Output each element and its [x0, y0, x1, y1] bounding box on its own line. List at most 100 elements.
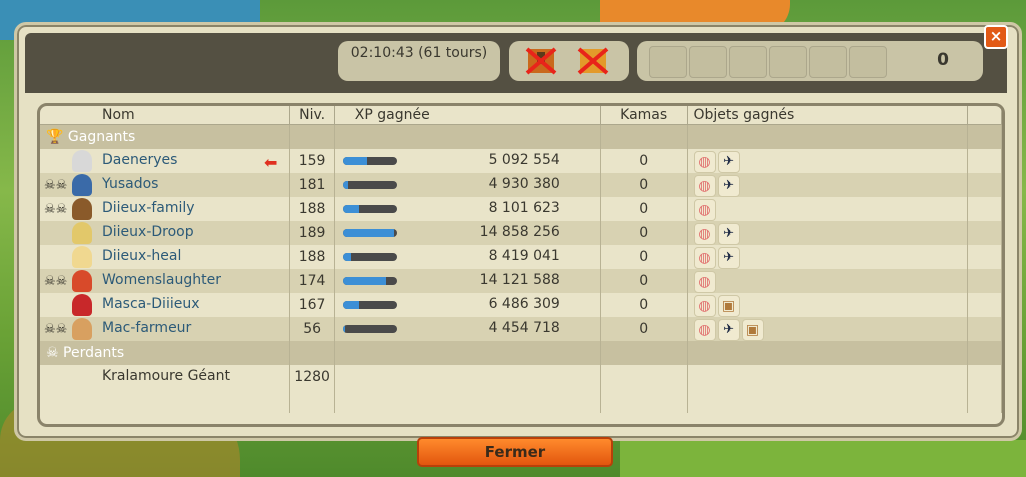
xp-progress-bar — [342, 301, 397, 309]
failed-challenge-icon[interactable] — [523, 46, 559, 76]
close-window-button[interactable]: × — [984, 25, 1008, 49]
table-row[interactable]: Kralamoure Géant 1280 — [40, 365, 1002, 389]
skull-icon: ☠☠ — [44, 274, 68, 289]
ring-item-icon[interactable]: ◍ — [693, 199, 716, 221]
column-header-kamas[interactable]: Kamas — [600, 106, 688, 125]
kamas-value: 0 — [600, 269, 688, 293]
avatar — [72, 318, 92, 340]
avatar — [72, 294, 92, 316]
kamas-value: 0 — [600, 173, 688, 197]
skull-icon: ☠☠ — [44, 322, 68, 337]
column-header-name[interactable]: Nom — [40, 106, 291, 125]
xp-progress-bar — [342, 253, 397, 261]
kamas-value: 0 — [600, 197, 688, 221]
monster-level: 1280 — [289, 365, 335, 389]
loot-slot[interactable] — [689, 46, 727, 78]
player-name[interactable]: Diieux-Droop — [102, 224, 194, 240]
column-header-extra — [967, 106, 1002, 125]
table-row[interactable]: Masca-Diiieux 167 6 486 309 0 ◍ ▣ — [40, 293, 1002, 317]
kamas-value: 0 — [600, 221, 688, 245]
player-name[interactable]: Diieux-family — [102, 200, 195, 216]
kamas-value: 0 — [600, 293, 688, 317]
trophy-icon: 🏆 — [46, 129, 64, 145]
xp-value: 6 486 309 — [488, 296, 560, 312]
loot-count: 0 — [937, 50, 949, 70]
objects-cell: ◍ ✈ — [688, 173, 967, 197]
group-winners-label: Gagnants — [67, 129, 136, 145]
table-row[interactable]: ☠☠ Mac-farmeur 56 4 454 718 0 ◍ ✈ ▣ — [40, 317, 1002, 341]
avatar — [72, 174, 92, 196]
player-level: 56 — [289, 317, 335, 341]
xp-value: 4 454 718 — [488, 320, 560, 336]
group-losers: ☠ Perdants — [40, 341, 1002, 365]
loot-slot[interactable] — [809, 46, 847, 78]
ring-item-icon[interactable]: ◍ — [693, 271, 716, 293]
objects-cell: ◍ ✈ ▣ — [688, 317, 967, 341]
player-level: 167 — [289, 293, 335, 317]
xp-progress-bar — [342, 325, 397, 333]
skull-icon: ☠☠ — [44, 202, 68, 217]
player-name[interactable]: Mac-farmeur — [102, 320, 191, 336]
column-header-level[interactable]: Niv. — [289, 106, 335, 125]
table-row[interactable]: ☠☠ Diieux-family 188 8 101 623 0 ◍ — [40, 197, 1002, 221]
player-level: 181 — [289, 173, 335, 197]
objects-cell: ◍ ✈ — [688, 149, 967, 173]
group-winners: 🏆 Gagnants — [40, 124, 1002, 149]
avatar — [72, 222, 92, 244]
table-row[interactable]: Daeneryes ⬅ 159 5 092 554 0 ◍ ✈ — [40, 149, 1002, 173]
player-name[interactable]: Daeneryes — [102, 152, 177, 168]
column-header-xp[interactable]: XP gagnée — [334, 106, 601, 125]
bag-item-icon[interactable]: ▣ — [717, 295, 740, 317]
loot-slot[interactable] — [849, 46, 887, 78]
failed-challenge-icon-2[interactable] — [575, 46, 611, 76]
player-name[interactable]: Yusados — [102, 176, 158, 192]
xp-value: 4 930 380 — [488, 176, 560, 192]
bird-item-icon[interactable]: ✈ — [717, 151, 740, 173]
bird-item-icon[interactable]: ✈ — [717, 247, 740, 269]
table-row[interactable]: ☠☠ Womenslaughter 174 14 121 588 0 ◍ — [40, 269, 1002, 293]
player-level: 174 — [289, 269, 335, 293]
column-header-objects[interactable]: Objets gagnés — [687, 106, 968, 125]
xp-progress-bar — [342, 181, 397, 189]
avatar — [72, 270, 92, 292]
avatar — [72, 198, 92, 220]
player-name[interactable]: Masca-Diiieux — [102, 296, 200, 312]
kamas-value: 0 — [600, 245, 688, 269]
monster-name: Kralamoure Géant — [102, 368, 230, 384]
ring-item-icon[interactable]: ◍ — [693, 247, 716, 269]
bird-item-icon[interactable]: ✈ — [717, 319, 740, 341]
ring-item-icon[interactable]: ◍ — [693, 295, 716, 317]
objects-cell: ◍ ✈ — [688, 221, 967, 245]
kamas-value: 0 — [600, 149, 688, 173]
objects-cell: ◍ — [688, 269, 967, 293]
player-name[interactable]: Diieux-heal — [102, 248, 181, 264]
bird-item-icon[interactable]: ✈ — [717, 223, 740, 245]
objects-cell: ◍ — [688, 197, 967, 221]
table-row[interactable]: ☠☠ Yusados 181 4 930 380 0 ◍ ✈ — [40, 173, 1002, 197]
ring-item-icon[interactable]: ◍ — [693, 223, 716, 245]
ring-item-icon[interactable]: ◍ — [693, 175, 716, 197]
bird-item-icon[interactable]: ✈ — [717, 175, 740, 197]
loot-slot[interactable] — [729, 46, 767, 78]
loot-slot[interactable] — [649, 46, 687, 78]
bag-item-icon[interactable]: ▣ — [741, 319, 764, 341]
avatar — [72, 150, 92, 172]
results-table: Nom Niv. XP gagnée Kamas Objets gagnés 🏆… — [37, 103, 1005, 427]
ring-item-icon[interactable]: ◍ — [693, 319, 716, 341]
fight-results-window: 02:10:43 (61 tours) 0 Nom Niv. XP gagnée… — [14, 22, 1022, 441]
table-row[interactable]: Diieux-Droop 189 14 858 256 0 ◍ ✈ — [40, 221, 1002, 245]
challenge-box — [509, 41, 629, 81]
table-row[interactable]: Diieux-heal 188 8 419 041 0 ◍ ✈ — [40, 245, 1002, 269]
background-grass — [620, 440, 1026, 477]
skull-icon: ☠☠ — [44, 178, 68, 193]
player-name[interactable]: Womenslaughter — [102, 272, 221, 288]
loot-slot[interactable] — [769, 46, 807, 78]
fermer-button[interactable]: Fermer — [417, 437, 613, 467]
xp-progress-bar — [342, 205, 397, 213]
results-header-bar: 02:10:43 (61 tours) 0 — [25, 33, 1007, 93]
fight-timer: 02:10:43 (61 tours) — [338, 41, 500, 81]
player-level: 159 — [289, 149, 335, 173]
kamas-value: 0 — [600, 317, 688, 341]
ring-item-icon[interactable]: ◍ — [693, 151, 716, 173]
xp-progress-bar — [342, 277, 397, 285]
